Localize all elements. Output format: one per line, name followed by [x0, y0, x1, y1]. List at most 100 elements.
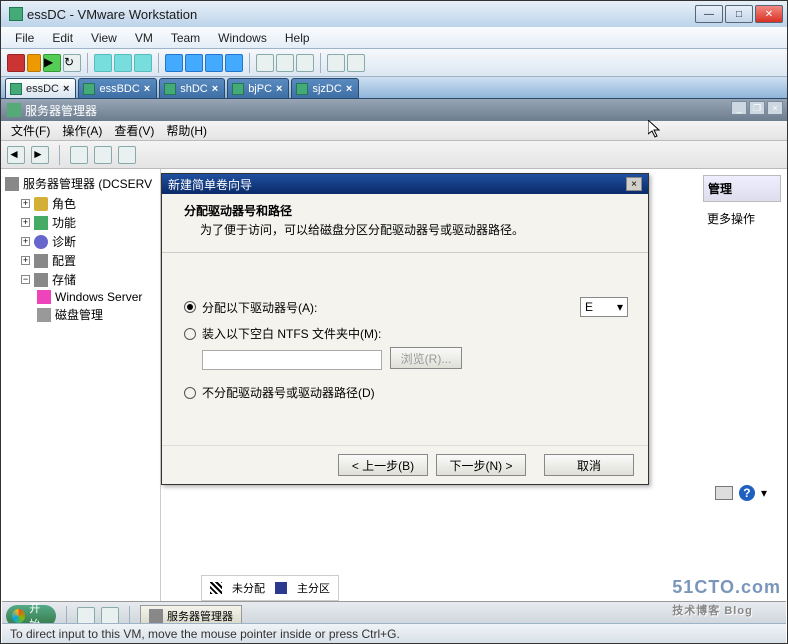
- wizard-close-button[interactable]: ×: [626, 177, 642, 191]
- option-mount-folder[interactable]: 装入以下空白 NTFS 文件夹中(M):: [184, 321, 628, 346]
- minimize-button[interactable]: —: [695, 5, 723, 23]
- quick-launch-1[interactable]: [77, 607, 95, 625]
- mount-path-input[interactable]: [202, 350, 382, 370]
- back-icon[interactable]: ◄: [7, 146, 25, 164]
- radio-icon[interactable]: [184, 387, 196, 399]
- misc-button-1[interactable]: [327, 54, 345, 72]
- menu-edit[interactable]: Edit: [44, 29, 81, 47]
- misc-button-2[interactable]: [347, 54, 365, 72]
- collapse-icon[interactable]: −: [21, 275, 30, 284]
- tree-wsb[interactable]: Windows Server: [5, 289, 156, 305]
- appliance-view-button[interactable]: [296, 54, 314, 72]
- tab-close-icon[interactable]: ×: [63, 83, 69, 95]
- window-title: essDC - VMware Workstation: [27, 7, 197, 22]
- manage-snapshot-button[interactable]: [134, 54, 152, 72]
- close-button[interactable]: ✕: [755, 5, 783, 23]
- reset-button[interactable]: ↻: [63, 54, 81, 72]
- option-assign-letter[interactable]: 分配以下驱动器号(A): E▾: [184, 293, 628, 321]
- back-button[interactable]: < 上一步(B): [338, 454, 428, 476]
- tree-diag[interactable]: +诊断: [5, 232, 156, 251]
- cancel-button[interactable]: 取消: [544, 454, 634, 476]
- menu-file[interactable]: File: [7, 29, 42, 47]
- sm-menu-help[interactable]: 帮助(H): [162, 122, 211, 139]
- device-icon[interactable]: [715, 486, 733, 500]
- vm-icon: [232, 83, 244, 95]
- tab-close-icon[interactable]: ×: [144, 83, 150, 95]
- help-round-icon[interactable]: ?: [739, 485, 755, 501]
- new-volume-wizard: 新建简单卷向导 × 分配驱动器号和路径 为了便于访问，可以给磁盘分区分配驱动器号…: [161, 173, 649, 485]
- actions-more[interactable]: 更多操作: [703, 206, 781, 231]
- roles-icon: [34, 197, 48, 211]
- tree-features[interactable]: +功能: [5, 213, 156, 232]
- menu-vm[interactable]: VM: [127, 29, 161, 47]
- menu-bar: File Edit View VM Team Windows Help: [1, 27, 787, 49]
- refresh-icon[interactable]: [70, 146, 88, 164]
- fullscreen-button[interactable]: [185, 54, 203, 72]
- forward-icon[interactable]: ►: [31, 146, 49, 164]
- status-bar: To direct input to this VM, move the mou…: [2, 623, 786, 643]
- wizard-titlebar[interactable]: 新建简单卷向导 ×: [162, 174, 648, 194]
- expand-icon[interactable]: +: [21, 199, 30, 208]
- diag-icon: [34, 235, 48, 249]
- revert-button[interactable]: [114, 54, 132, 72]
- next-button[interactable]: 下一步(N) >: [436, 454, 526, 476]
- tree-config[interactable]: +配置: [5, 251, 156, 270]
- toolbar: ▶ ↻: [1, 49, 787, 77]
- drive-letter-select[interactable]: E▾: [580, 297, 628, 317]
- guest-restore[interactable]: ❐: [749, 101, 765, 115]
- tab-essbdc[interactable]: essBDC×: [78, 78, 157, 98]
- expand-icon[interactable]: +: [21, 256, 30, 265]
- quick-launch-2[interactable]: [101, 607, 119, 625]
- tree-diskmgmt[interactable]: 磁盘管理: [5, 305, 156, 324]
- tree-storage[interactable]: −存储: [5, 270, 156, 289]
- help-icon[interactable]: [118, 146, 136, 164]
- actions-header: 管理: [703, 175, 781, 202]
- tab-close-icon[interactable]: ×: [276, 83, 282, 95]
- props-icon[interactable]: [94, 146, 112, 164]
- expand-icon[interactable]: +: [21, 218, 30, 227]
- vm-icon: [296, 83, 308, 95]
- sm-menu-file[interactable]: 文件(F): [7, 122, 54, 139]
- console-view-button[interactable]: [276, 54, 294, 72]
- unity-button[interactable]: [205, 54, 223, 72]
- wizard-heading: 分配驱动器号和路径: [184, 202, 626, 219]
- power-off-button[interactable]: [7, 54, 25, 72]
- tree-roles[interactable]: +角色: [5, 194, 156, 213]
- tree-root[interactable]: 服务器管理器 (DCSERV: [5, 173, 156, 194]
- guest-close[interactable]: ×: [767, 101, 783, 115]
- summary-button[interactable]: [256, 54, 274, 72]
- menu-windows[interactable]: Windows: [210, 29, 275, 47]
- wizard-title: 新建简单卷向导: [168, 176, 252, 193]
- menu-view[interactable]: View: [83, 29, 125, 47]
- view-button[interactable]: [225, 54, 243, 72]
- suspend-button[interactable]: [27, 54, 41, 72]
- vm-icon: [164, 83, 176, 95]
- sm-menu-view[interactable]: 查看(V): [110, 122, 158, 139]
- tab-close-icon[interactable]: ×: [346, 83, 352, 95]
- show-console-button[interactable]: [165, 54, 183, 72]
- browse-button: 浏览(R)...: [390, 347, 462, 369]
- tab-close-icon[interactable]: ×: [212, 83, 218, 95]
- config-icon: [34, 254, 48, 268]
- tab-essdc[interactable]: essDC×: [5, 78, 76, 98]
- tab-sjzdc[interactable]: sjzDC×: [291, 78, 359, 98]
- guest-minimize[interactable]: _: [731, 101, 747, 115]
- menu-help[interactable]: Help: [277, 29, 318, 47]
- snapshot-button[interactable]: [94, 54, 112, 72]
- vm-tabs: essDC× essBDC× shDC× bjPC× sjzDC×: [1, 77, 787, 99]
- menu-team[interactable]: Team: [163, 29, 208, 47]
- tab-bjpc[interactable]: bjPC×: [227, 78, 289, 98]
- radio-icon[interactable]: [184, 328, 196, 340]
- dropdown-arrow-icon[interactable]: ▾: [761, 486, 767, 500]
- sm-menu-action[interactable]: 操作(A): [58, 122, 106, 139]
- disk-legend: 未分配 主分区: [201, 575, 339, 601]
- radio-selected-icon[interactable]: [184, 301, 196, 313]
- windows-orb-icon: [12, 609, 25, 623]
- power-on-button[interactable]: ▶: [43, 54, 61, 72]
- legend-unalloc-icon: [210, 582, 222, 594]
- maximize-button[interactable]: □: [725, 5, 753, 23]
- tab-shdc[interactable]: shDC×: [159, 78, 225, 98]
- expand-icon[interactable]: +: [21, 237, 30, 246]
- server-manager-titlebar: 服务器管理器 _ ❐ ×: [1, 99, 787, 121]
- option-no-assign[interactable]: 不分配驱动器号或驱动器路径(D): [184, 380, 628, 405]
